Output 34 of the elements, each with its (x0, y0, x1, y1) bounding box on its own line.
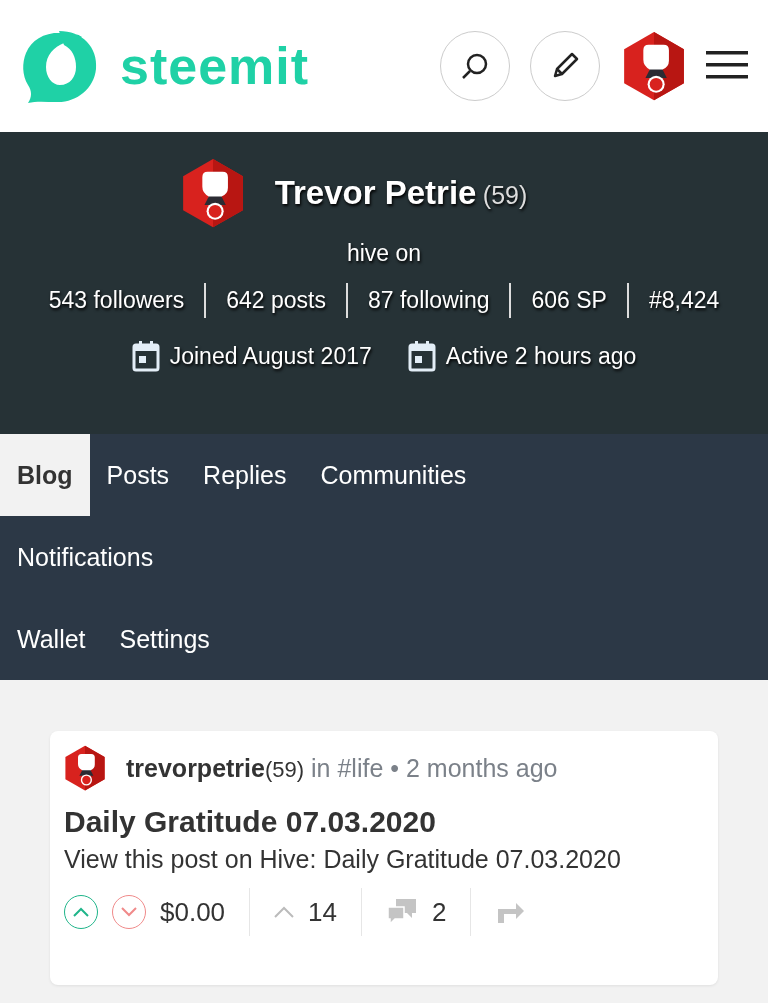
profile-tab[interactable]: Blog (0, 434, 90, 516)
profile-stat: 606 SP (509, 283, 627, 319)
post-meta: trevorpetrie(59) in #life • 2 months ago (126, 753, 558, 783)
profile-stat: 87 following (346, 283, 510, 319)
chevron-down-icon (121, 907, 137, 918)
profile-stat: #8,424 (626, 283, 740, 319)
payout-amount[interactable]: $0.00 (160, 896, 226, 928)
reputation-score: (59) (482, 181, 528, 210)
avatar-icon[interactable] (180, 158, 245, 229)
calendar-icon (131, 340, 160, 373)
menu-icon (706, 48, 748, 81)
logo-text: steemit (120, 36, 310, 96)
profile-tab[interactable]: Wallet (0, 598, 103, 680)
profile-tab[interactable]: Settings (102, 598, 227, 680)
chevron-up-icon (73, 907, 89, 918)
post-summary[interactable]: View this post on Hive: Daily Gratitude 07.03.2020 (64, 845, 704, 875)
profile-date: Joined August 2017 (169, 342, 372, 370)
comment-count[interactable]: 2 (432, 896, 447, 928)
profile-stat: 543 followers (47, 286, 186, 316)
chevron-up-icon (274, 906, 295, 919)
post-title[interactable]: Daily Gratitude 07.03.2020 (64, 805, 704, 840)
profile-tab[interactable]: Posts (89, 434, 187, 516)
profile-name: Trevor Petrie (274, 174, 477, 212)
profile-tab[interactable]: Notifications (0, 516, 171, 598)
profile-about: hive on (346, 240, 422, 268)
profile-date: Active 2 hours ago (445, 342, 637, 370)
search-icon (460, 51, 490, 81)
profile-tab[interactable]: Communities (303, 434, 484, 516)
avatar-icon[interactable] (64, 745, 106, 792)
avatar-icon[interactable] (622, 30, 686, 102)
profile-stat: 642 posts (204, 283, 346, 319)
calendar-icon (407, 340, 436, 373)
profile-tab[interactable]: Replies (186, 434, 304, 516)
vote-count[interactable]: 14 (308, 896, 337, 928)
